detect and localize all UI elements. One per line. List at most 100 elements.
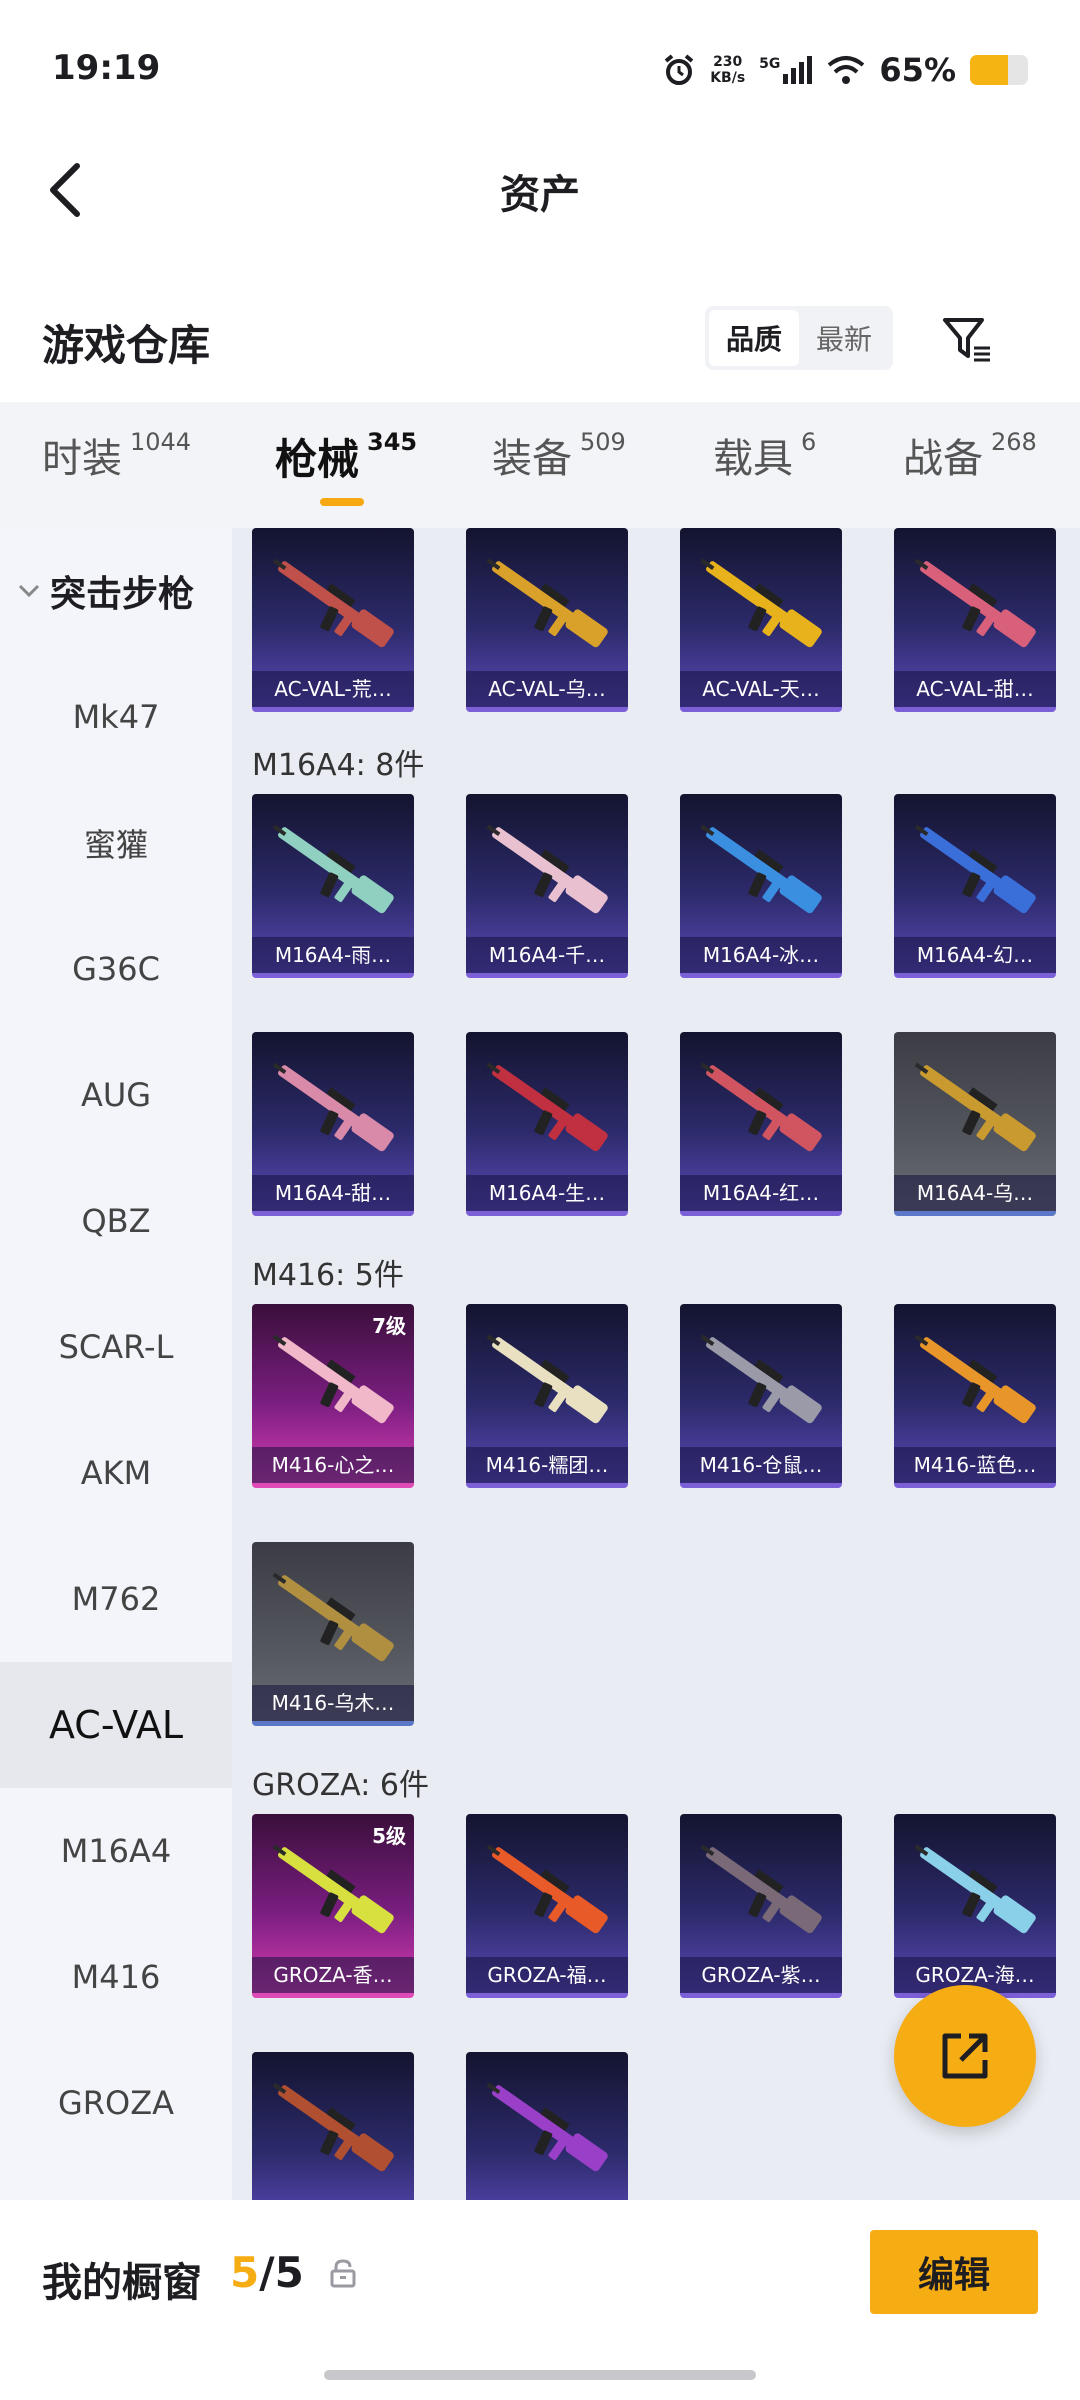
showcase-label: 我的橱窗 — [42, 2260, 202, 2306]
weapon-card[interactable]: M416-仓鼠… — [680, 1304, 842, 1488]
weapon-image — [914, 1062, 1036, 1152]
weapon-name: M416-仓鼠… — [680, 1447, 842, 1483]
net-speed: 230 KB/s — [710, 54, 746, 86]
weapon-card[interactable]: AC-VAL-甜… — [894, 528, 1056, 712]
showcase-count: 5/5 — [230, 2248, 304, 2297]
weapon-card[interactable]: M416-乌木… — [252, 1542, 414, 1726]
weapon-card[interactable] — [466, 2052, 628, 2200]
weapon-card[interactable] — [252, 2052, 414, 2200]
sidebar-item-scar-l[interactable]: SCAR-L — [0, 1284, 232, 1410]
nav-bar: 资产 — [0, 140, 1080, 240]
weapon-image — [272, 1334, 394, 1424]
sort-option-newest[interactable]: 最新 — [799, 310, 889, 366]
sort-toggle: 品质 最新 — [705, 306, 893, 370]
weapon-card[interactable]: AC-VAL-乌… — [466, 528, 628, 712]
sidebar-item-aug[interactable]: AUG — [0, 1032, 232, 1158]
weapon-image — [486, 2082, 608, 2172]
weapon-image — [700, 1844, 822, 1934]
alarm-icon — [664, 54, 694, 85]
weapon-card[interactable]: M16A4-雨… — [252, 794, 414, 978]
filter-button[interactable] — [938, 310, 998, 370]
weapon-card[interactable]: M16A4-幻… — [894, 794, 1056, 978]
weapon-image — [272, 558, 394, 648]
weapon-card[interactable]: M16A4-千… — [466, 794, 628, 978]
sidebar-item-mk47[interactable]: Mk47 — [0, 654, 232, 780]
sidebar-item-m416[interactable]: M416 — [0, 1914, 232, 2040]
weapon-name: M16A4-甜… — [252, 1175, 414, 1211]
battery-percent: 65% — [879, 51, 956, 89]
sidebar-item-akm[interactable]: AKM — [0, 1410, 232, 1536]
chevron-down-icon — [18, 584, 40, 598]
weapon-name: AC-VAL-乌… — [466, 671, 628, 707]
weapon-card[interactable]: M16A4-红… — [680, 1032, 842, 1216]
weapon-card[interactable]: 5级 GROZA-香… — [252, 1814, 414, 1998]
warehouse-title: 游戏仓库 — [42, 321, 211, 370]
share-edit-button[interactable] — [894, 1985, 1036, 2127]
weapon-image — [700, 558, 822, 648]
weapon-name: GROZA-紫… — [680, 1957, 842, 1993]
weapon-image — [914, 1844, 1036, 1934]
weapon-card[interactable]: GROZA-海… — [894, 1814, 1056, 1998]
weapon-name: GROZA-香… — [252, 1957, 414, 1993]
signal-icon — [783, 56, 813, 84]
sidebar-category[interactable]: 突击步枪 — [0, 528, 232, 654]
weapon-card[interactable]: GROZA-紫… — [680, 1814, 842, 1998]
weapon-card[interactable]: M16A4-生… — [466, 1032, 628, 1216]
weapon-image — [486, 824, 608, 914]
tab-firearms[interactable]: 枪械 345 — [275, 426, 417, 487]
weapon-image — [486, 1334, 608, 1424]
weapon-card[interactable]: M416-糯团… — [466, 1304, 628, 1488]
weapon-name: M16A4-冰… — [680, 937, 842, 973]
weapon-image — [486, 1844, 608, 1934]
status-bar: 19:19 230 KB/s 5G 65% — [0, 0, 1080, 140]
sidebar-item-m762[interactable]: M762 — [0, 1536, 232, 1662]
weapon-image — [272, 1572, 394, 1662]
tab-fashion[interactable]: 时装 1044 — [42, 426, 191, 484]
weapon-card[interactable]: M16A4-甜… — [252, 1032, 414, 1216]
network-indicator: 5G — [759, 56, 813, 84]
home-indicator[interactable] — [324, 2370, 756, 2380]
sidebar-item-groza[interactable]: GROZA — [0, 2040, 232, 2166]
status-icons: 230 KB/s 5G 65% — [662, 48, 1028, 92]
weapon-level-badge: 7级 — [372, 1314, 406, 1338]
sidebar-item-honey-badger[interactable]: 蜜獾 — [0, 780, 232, 906]
sidebar-item-ac-val[interactable]: AC-VAL — [0, 1662, 232, 1788]
weapon-name: M416-乌木… — [252, 1685, 414, 1721]
weapon-sidebar: 突击步枪 Mk47 蜜獾 G36C AUG QBZ SCAR-L AKM M76… — [0, 528, 232, 2200]
weapon-card[interactable]: AC-VAL-天… — [680, 528, 842, 712]
battery-icon — [970, 55, 1028, 85]
weapon-image — [914, 558, 1036, 648]
weapon-name: M16A4-生… — [466, 1175, 628, 1211]
filter-icon — [943, 318, 990, 362]
warehouse-header: 游戏仓库 品质 最新 — [0, 290, 1080, 380]
tab-combat-gear[interactable]: 战备 268 — [903, 426, 1037, 484]
weapon-card[interactable]: AC-VAL-荒… — [252, 528, 414, 712]
weapon-name: M16A4-千… — [466, 937, 628, 973]
weapon-level-badge: 5级 — [372, 1824, 406, 1848]
sidebar-item-qbz[interactable]: QBZ — [0, 1158, 232, 1284]
tab-vehicles[interactable]: 载具 6 — [713, 426, 816, 484]
sidebar-item-m16a4[interactable]: M16A4 — [0, 1788, 232, 1914]
weapon-card[interactable]: M16A4-冰… — [680, 794, 842, 978]
weapon-name: M16A4-红… — [680, 1175, 842, 1211]
edit-button[interactable]: 编辑 — [870, 2230, 1038, 2314]
battery-fill — [970, 55, 1008, 85]
weapon-name: AC-VAL-甜… — [894, 671, 1056, 707]
weapon-name: M16A4-乌… — [894, 1175, 1056, 1211]
active-tab-indicator — [320, 498, 364, 506]
weapon-name: M416-心之… — [252, 1447, 414, 1483]
weapon-card[interactable]: M16A4-乌… — [894, 1032, 1056, 1216]
weapon-card[interactable]: GROZA-福… — [466, 1814, 628, 1998]
weapon-image — [914, 824, 1036, 914]
weapon-card[interactable]: M416-蓝色… — [894, 1304, 1056, 1488]
weapon-image — [272, 1062, 394, 1152]
tab-equipment[interactable]: 装备 509 — [492, 426, 626, 484]
weapon-card[interactable]: 7级 M416-心之… — [252, 1304, 414, 1488]
group-label-m416: M416: 5件 — [252, 1258, 404, 1293]
sort-option-quality[interactable]: 品质 — [709, 310, 799, 366]
lock-icon — [330, 2259, 356, 2288]
sidebar-item-g36c[interactable]: G36C — [0, 906, 232, 1032]
weapon-image — [486, 558, 608, 648]
weapon-name: AC-VAL-荒… — [252, 671, 414, 707]
weapon-image — [272, 2082, 394, 2172]
